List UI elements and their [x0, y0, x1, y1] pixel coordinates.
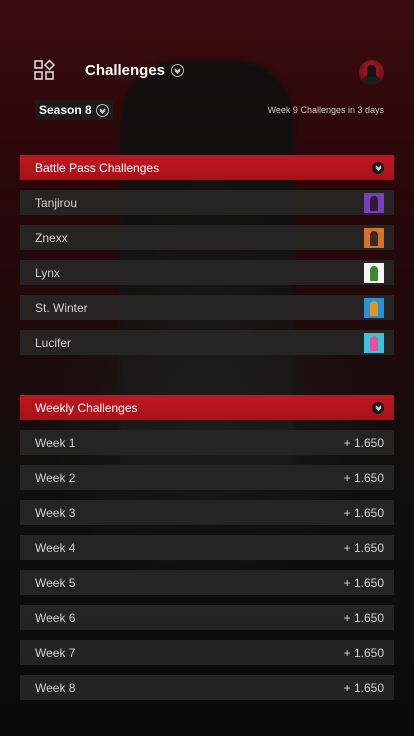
list-item[interactable]: Week 2 + 1.650: [20, 465, 394, 490]
avatar[interactable]: [359, 60, 384, 85]
list-item[interactable]: Week 3 + 1.650: [20, 500, 394, 525]
battle-pass-header[interactable]: Battle Pass Challenges: [20, 155, 394, 180]
chevron-down-icon: [372, 401, 384, 414]
xp-value: + 1.650: [343, 540, 384, 555]
battle-pass-title: Battle Pass Challenges: [35, 160, 160, 175]
week-name: Week 1: [35, 435, 76, 450]
challenge-name: Znexx: [35, 230, 68, 245]
week-name: Week 3: [35, 505, 76, 520]
list-item[interactable]: Week 7 + 1.650: [20, 640, 394, 665]
skin-thumbnail: [364, 262, 384, 283]
skin-thumbnail: [364, 297, 384, 318]
challenge-name: Tanjirou: [35, 195, 78, 210]
page-title: Challenges: [85, 62, 166, 79]
skin-figure: [370, 230, 378, 246]
xp-value: + 1.650: [343, 645, 384, 660]
xp-value: + 1.650: [343, 435, 384, 450]
chevron-down-icon: [95, 103, 109, 117]
season-selector[interactable]: Season 8: [35, 100, 113, 120]
season-label: Season 8: [39, 103, 92, 117]
skin-figure: [370, 335, 378, 351]
chevron-down-icon: [171, 64, 185, 77]
week-name: Week 5: [35, 575, 76, 590]
next-week-notice: Week 9 Challenges in 3 days: [267, 105, 384, 115]
weekly-header[interactable]: Weekly Challenges: [20, 395, 394, 420]
list-item[interactable]: Week 4 + 1.650: [20, 535, 394, 560]
skin-figure: [370, 195, 378, 211]
page-title-dropdown[interactable]: Challenges: [85, 62, 185, 79]
week-name: Week 6: [35, 610, 76, 625]
xp-value: + 1.650: [343, 680, 384, 695]
week-name: Week 7: [35, 645, 76, 660]
skin-thumbnail: [364, 227, 384, 248]
weekly-title: Weekly Challenges: [35, 400, 138, 415]
xp-value: + 1.650: [343, 470, 384, 485]
challenge-name: Lynx: [35, 265, 60, 280]
apps-grid-icon[interactable]: [33, 59, 56, 81]
list-item[interactable]: Week 6 + 1.650: [20, 605, 394, 630]
week-name: Week 2: [35, 470, 76, 485]
avatar-head-shape: [367, 65, 376, 77]
list-item[interactable]: Lynx: [20, 260, 394, 285]
list-item[interactable]: Week 1 + 1.650: [20, 430, 394, 455]
challenge-name: St. Winter: [35, 300, 88, 315]
xp-value: + 1.650: [343, 575, 384, 590]
skin-thumbnail: [364, 332, 384, 353]
week-name: Week 8: [35, 680, 76, 695]
list-item[interactable]: Week 8 + 1.650: [20, 675, 394, 700]
challenge-name: Lucifer: [35, 335, 72, 350]
skin-figure: [370, 265, 378, 281]
xp-value: + 1.650: [343, 505, 384, 520]
xp-value: + 1.650: [343, 610, 384, 625]
skin-thumbnail: [364, 192, 384, 213]
list-item[interactable]: Znexx: [20, 225, 394, 250]
skin-figure: [370, 300, 378, 316]
week-name: Week 4: [35, 540, 76, 555]
list-item[interactable]: Tanjirou: [20, 190, 394, 215]
list-item[interactable]: Lucifer: [20, 330, 394, 355]
list-item[interactable]: St. Winter: [20, 295, 394, 320]
chevron-down-icon: [372, 161, 384, 174]
list-item[interactable]: Week 5 + 1.650: [20, 570, 394, 595]
